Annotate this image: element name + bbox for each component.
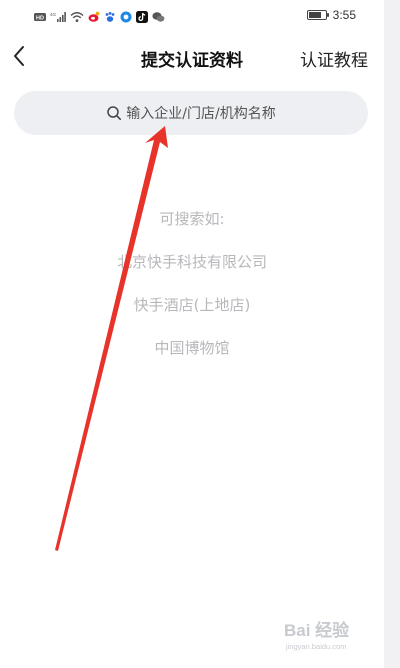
hd-icon: HD <box>34 8 46 22</box>
hint-example: 北京快手科技有限公司 <box>116 253 267 271</box>
back-button[interactable] <box>8 40 30 72</box>
tiktok-icon <box>136 8 148 23</box>
baidu-paw-icon <box>104 8 116 22</box>
weibo-icon <box>88 8 100 22</box>
svg-text:4G: 4G <box>50 12 57 17</box>
status-right: 3:55 <box>306 8 356 22</box>
signal-icon: 4G <box>50 8 66 22</box>
status-icons: HD 4G <box>34 8 165 23</box>
search-placeholder: 输入企业/门店/机构名称 <box>126 106 276 122</box>
chevron-left-icon <box>12 45 26 67</box>
app-screen: HD 4G 3:55 提交认证资料 认证教程 输入企业/门店/机构名称 可搜索如… <box>0 0 384 668</box>
app-badge-icon <box>120 8 132 23</box>
baidu-jingyan-watermark: Bai 经验 jingyan.baidu.com <box>282 616 378 656</box>
battery-level <box>308 12 322 18</box>
watermark-subtext: jingyan.baidu.com <box>285 642 346 651</box>
hints-heading: 可搜索如: <box>159 210 225 228</box>
nav-bar: 提交认证资料 认证教程 <box>0 34 384 80</box>
watermark-text: Bai 经验 <box>284 620 350 640</box>
hint-example: 中国博物馆 <box>154 339 230 357</box>
svg-text:HD: HD <box>36 16 44 22</box>
search-hints: 可搜索如: 北京快手科技有限公司 快手酒店(上地店) 中国博物馆 <box>0 208 384 380</box>
tutorial-link[interactable]: 认证教程 <box>300 46 368 71</box>
status-bar: HD 4G 3:55 <box>0 0 384 30</box>
wechat-icon <box>152 8 165 22</box>
right-edge-strip <box>384 0 400 668</box>
clock: 3:55 <box>332 8 356 22</box>
battery-icon <box>306 10 329 20</box>
search-icon <box>106 105 122 121</box>
hint-example: 快手酒店(上地店) <box>133 296 251 314</box>
search-input[interactable]: 输入企业/门店/机构名称 <box>14 91 368 135</box>
wifi-icon <box>70 8 84 22</box>
